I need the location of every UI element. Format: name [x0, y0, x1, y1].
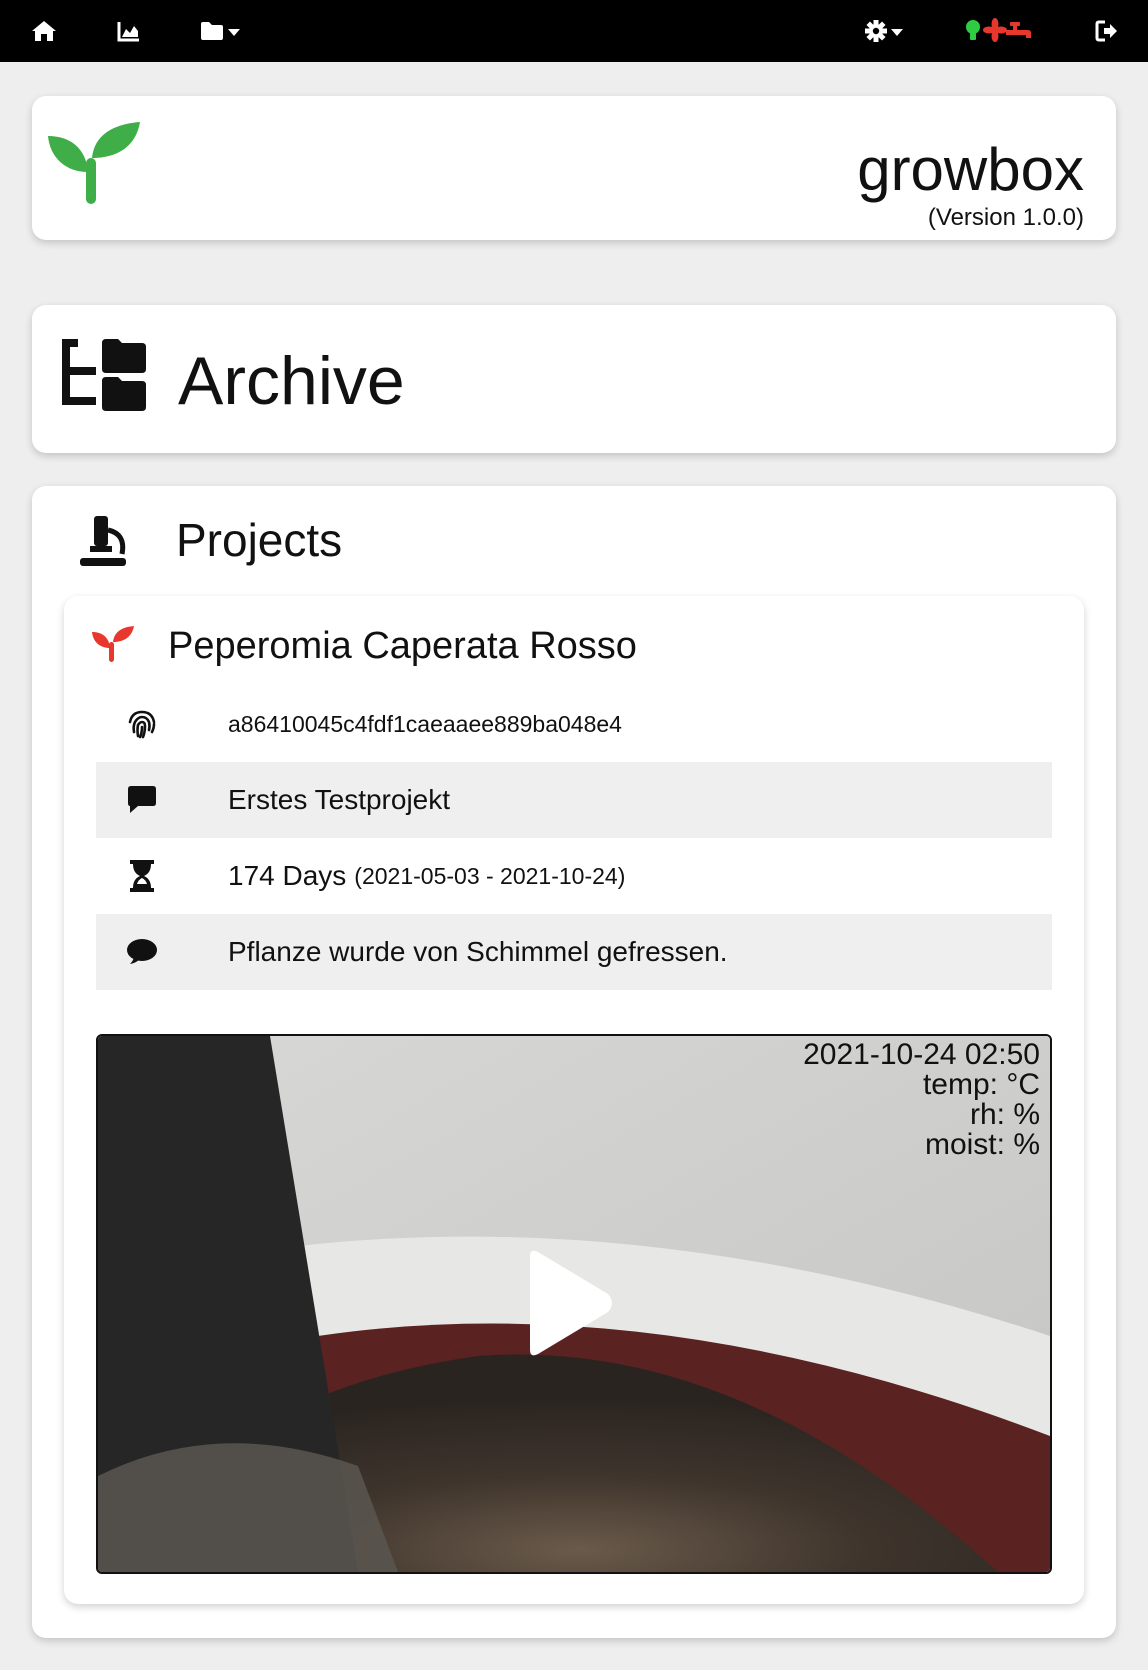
video-moist: moist: %	[924, 1128, 1040, 1161]
chart-area-icon[interactable]	[116, 14, 142, 48]
section-title: Projects	[176, 514, 343, 566]
seedling-icon	[92, 626, 134, 662]
project-comment-row: Pflanze wurde von Schimmel gefressen.	[96, 914, 1052, 990]
app-version: (Version 1.0.0)	[927, 204, 1084, 231]
project-description: Erstes Testprojekt	[228, 784, 451, 815]
header-card: growbox (Version 1.0.0)	[32, 96, 1116, 240]
app-title: growbox	[857, 136, 1084, 203]
timelapse-video[interactable]: 2021-10-24 02:50 temp: °C rh: % moist: %	[96, 1034, 1052, 1574]
comment-icon	[124, 934, 160, 970]
video-temp: temp: °C	[922, 1068, 1040, 1101]
video-overlay: 2021-10-24 02:50 temp: °C rh: % moist: %	[803, 1040, 1040, 1160]
fingerprint-icon	[124, 706, 160, 742]
hourglass-icon	[124, 858, 160, 894]
folder-tree-icon	[62, 339, 146, 411]
home-icon[interactable]	[30, 14, 58, 48]
seedling-logo-icon	[48, 122, 140, 204]
page-title: Archive	[178, 343, 405, 419]
folder-dropdown[interactable]	[200, 14, 244, 48]
gear-icon	[865, 20, 903, 42]
video-rh: rh: %	[969, 1098, 1040, 1131]
sign-out-icon[interactable]	[1094, 14, 1120, 48]
project-name: Peperomia Caperata Rosso	[168, 625, 637, 667]
archive-card: Archive	[32, 305, 1116, 453]
project-date-range: (2021-05-03 - 2021-10-24)	[354, 862, 626, 889]
project-card[interactable]: Peperomia Caperata Rosso a86410045c4fdf1…	[64, 596, 1084, 1604]
faucet-icon	[1006, 22, 1031, 38]
project-id-row: a86410045c4fdf1caeaaee889ba048e4	[96, 686, 1052, 762]
projects-card: Projects Peperomia Caperata Rosso a86410…	[32, 486, 1116, 1638]
project-duration-row: 174 Days (2021-05-03 - 2021-10-24)	[96, 838, 1052, 914]
project-duration: 174 Days	[228, 860, 347, 891]
folder-icon	[201, 22, 240, 40]
device-status[interactable]	[964, 14, 1034, 48]
video-timestamp: 2021-10-24 02:50	[803, 1038, 1040, 1071]
microscope-icon	[80, 516, 126, 566]
settings-dropdown[interactable]	[864, 14, 906, 48]
fan-icon	[983, 18, 1007, 42]
play-icon[interactable]	[516, 1248, 616, 1358]
lightbulb-icon	[966, 20, 980, 40]
top-navbar	[0, 0, 1148, 62]
project-comment: Pflanze wurde von Schimmel gefressen.	[228, 936, 728, 967]
project-description-row: Erstes Testprojekt	[96, 762, 1052, 838]
comment-alt-icon	[124, 782, 160, 818]
project-id: a86410045c4fdf1caeaaee889ba048e4	[228, 710, 622, 737]
